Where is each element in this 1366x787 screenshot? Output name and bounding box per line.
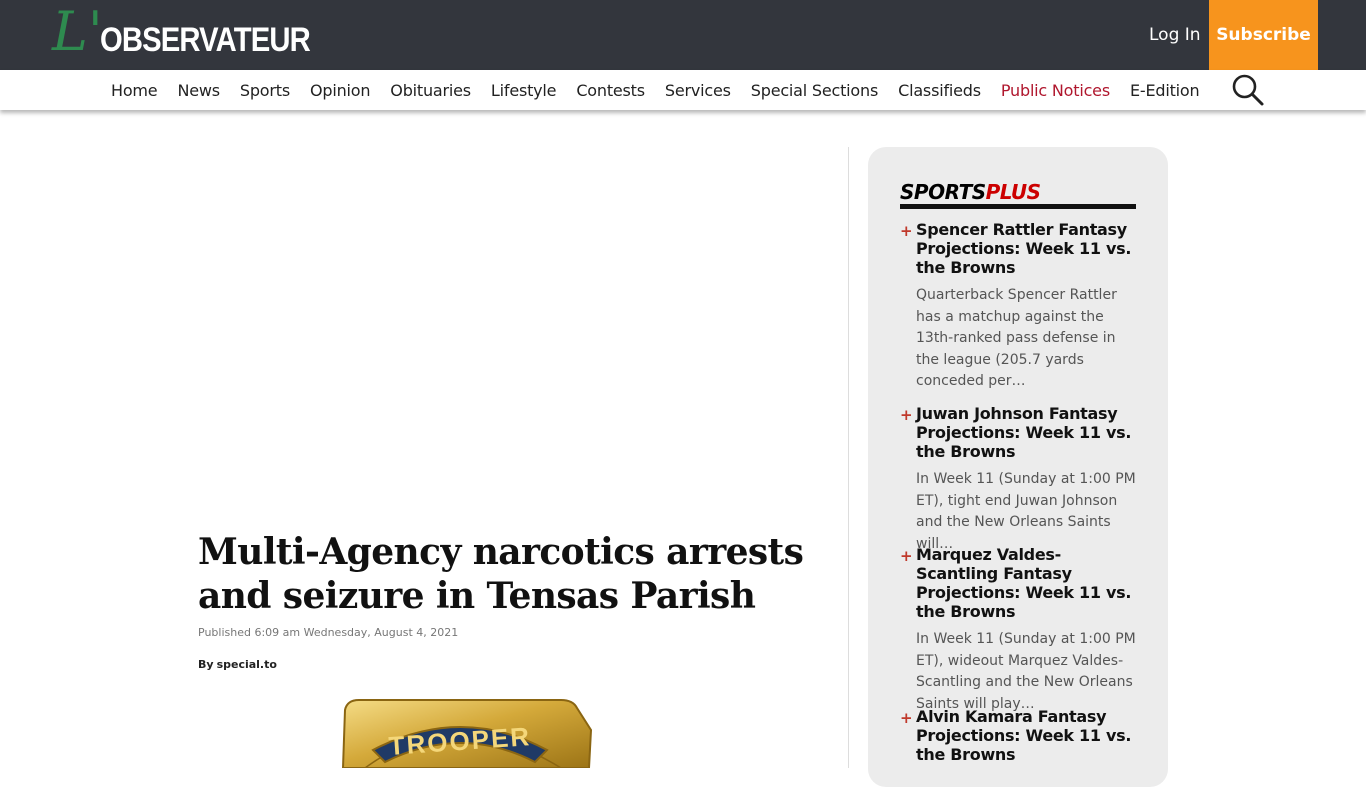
plus-icon: + <box>900 222 913 240</box>
plus-icon: + <box>900 547 913 565</box>
search-button[interactable] <box>1230 72 1266 108</box>
search-icon <box>1232 74 1264 106</box>
nav-item-opinion[interactable]: Opinion <box>300 81 380 100</box>
list-item: + Alvin Kamara Fantasy Projections: Week… <box>900 707 1140 764</box>
nav-item-sports[interactable]: Sports <box>230 81 300 100</box>
byline-prefix: By <box>198 658 214 671</box>
logo-wordmark: OBSERVATEUR <box>100 21 311 59</box>
sidebar-title: SPORTSPLUS <box>900 179 1041 205</box>
sidebar-title-rule <box>900 204 1136 209</box>
subscribe-label: Subscribe <box>1216 25 1311 45</box>
sidebar-item-title[interactable]: Alvin Kamara Fantasy Projections: Week 1… <box>916 707 1140 764</box>
byline: By special.to <box>198 658 277 672</box>
sidebar-item-excerpt: In Week 11 (Sunday at 1:00 PM ET), wideo… <box>916 631 1136 712</box>
list-item: + Marquez Valdes-Scantling Fantasy Proje… <box>900 545 1140 715</box>
nav-item-e-edition[interactable]: E-Edition <box>1120 81 1209 100</box>
nav-item-news[interactable]: News <box>167 81 229 100</box>
article-image-trooper-badge: TROOPER <box>335 698 597 768</box>
sidebar-item-title[interactable]: Marquez Valdes-Scantling Fantasy Project… <box>916 545 1140 621</box>
site-logo[interactable]: L' OBSERVATEUR <box>52 0 312 63</box>
published-date: Published 6:09 am Wednesday, August 4, 2… <box>198 626 459 639</box>
sidebar-title-plus: PLUS <box>985 180 1041 204</box>
nav-item-services[interactable]: Services <box>655 81 741 100</box>
sidebar-item-excerpt: In Week 11 (Sunday at 1:00 PM ET), tight… <box>916 471 1136 552</box>
trooper-badge-image: TROOPER <box>341 699 593 768</box>
nav-item-lifestyle[interactable]: Lifestyle <box>481 81 566 100</box>
subscribe-button[interactable]: Subscribe <box>1209 0 1318 70</box>
byline-author[interactable]: special.to <box>217 658 277 671</box>
nav-item-contests[interactable]: Contests <box>566 81 655 100</box>
sidebar-item-title[interactable]: Spencer Rattler Fantasy Projections: Wee… <box>916 220 1140 277</box>
column-divider <box>848 147 849 768</box>
login-link[interactable]: Log In <box>1149 24 1201 46</box>
sidebar-item-excerpt: Quarterback Spencer Rattler has a matchu… <box>916 287 1117 389</box>
nav-item-public-notices[interactable]: Public Notices <box>991 81 1120 100</box>
sidebar-item-title[interactable]: Juwan Johnson Fantasy Projections: Week … <box>916 404 1140 461</box>
nav-item-special-sections[interactable]: Special Sections <box>741 81 888 100</box>
sidebar-title-sports: SPORTS <box>900 180 986 204</box>
plus-icon: + <box>900 406 913 424</box>
nav-item-home[interactable]: Home <box>101 81 167 100</box>
nav-item-obituaries[interactable]: Obituaries <box>380 81 481 100</box>
main-nav: Home News Sports Opinion Obituaries Life… <box>101 70 1209 110</box>
list-item: + Juwan Johnson Fantasy Projections: Wee… <box>900 404 1140 555</box>
site-header: L' OBSERVATEUR Log In Subscribe <box>0 0 1366 70</box>
logo-script-letter: L' <box>52 0 103 63</box>
plus-icon: + <box>900 709 913 727</box>
article-headline: Multi-Agency narcotics arrests and seizu… <box>198 531 804 617</box>
sports-plus-sidebar: SPORTSPLUS + Spencer Rattler Fantasy Pro… <box>868 147 1168 787</box>
main-nav-bar: Home News Sports Opinion Obituaries Life… <box>0 70 1366 110</box>
nav-item-classifieds[interactable]: Classifieds <box>888 81 991 100</box>
list-item: + Spencer Rattler Fantasy Projections: W… <box>900 220 1140 393</box>
